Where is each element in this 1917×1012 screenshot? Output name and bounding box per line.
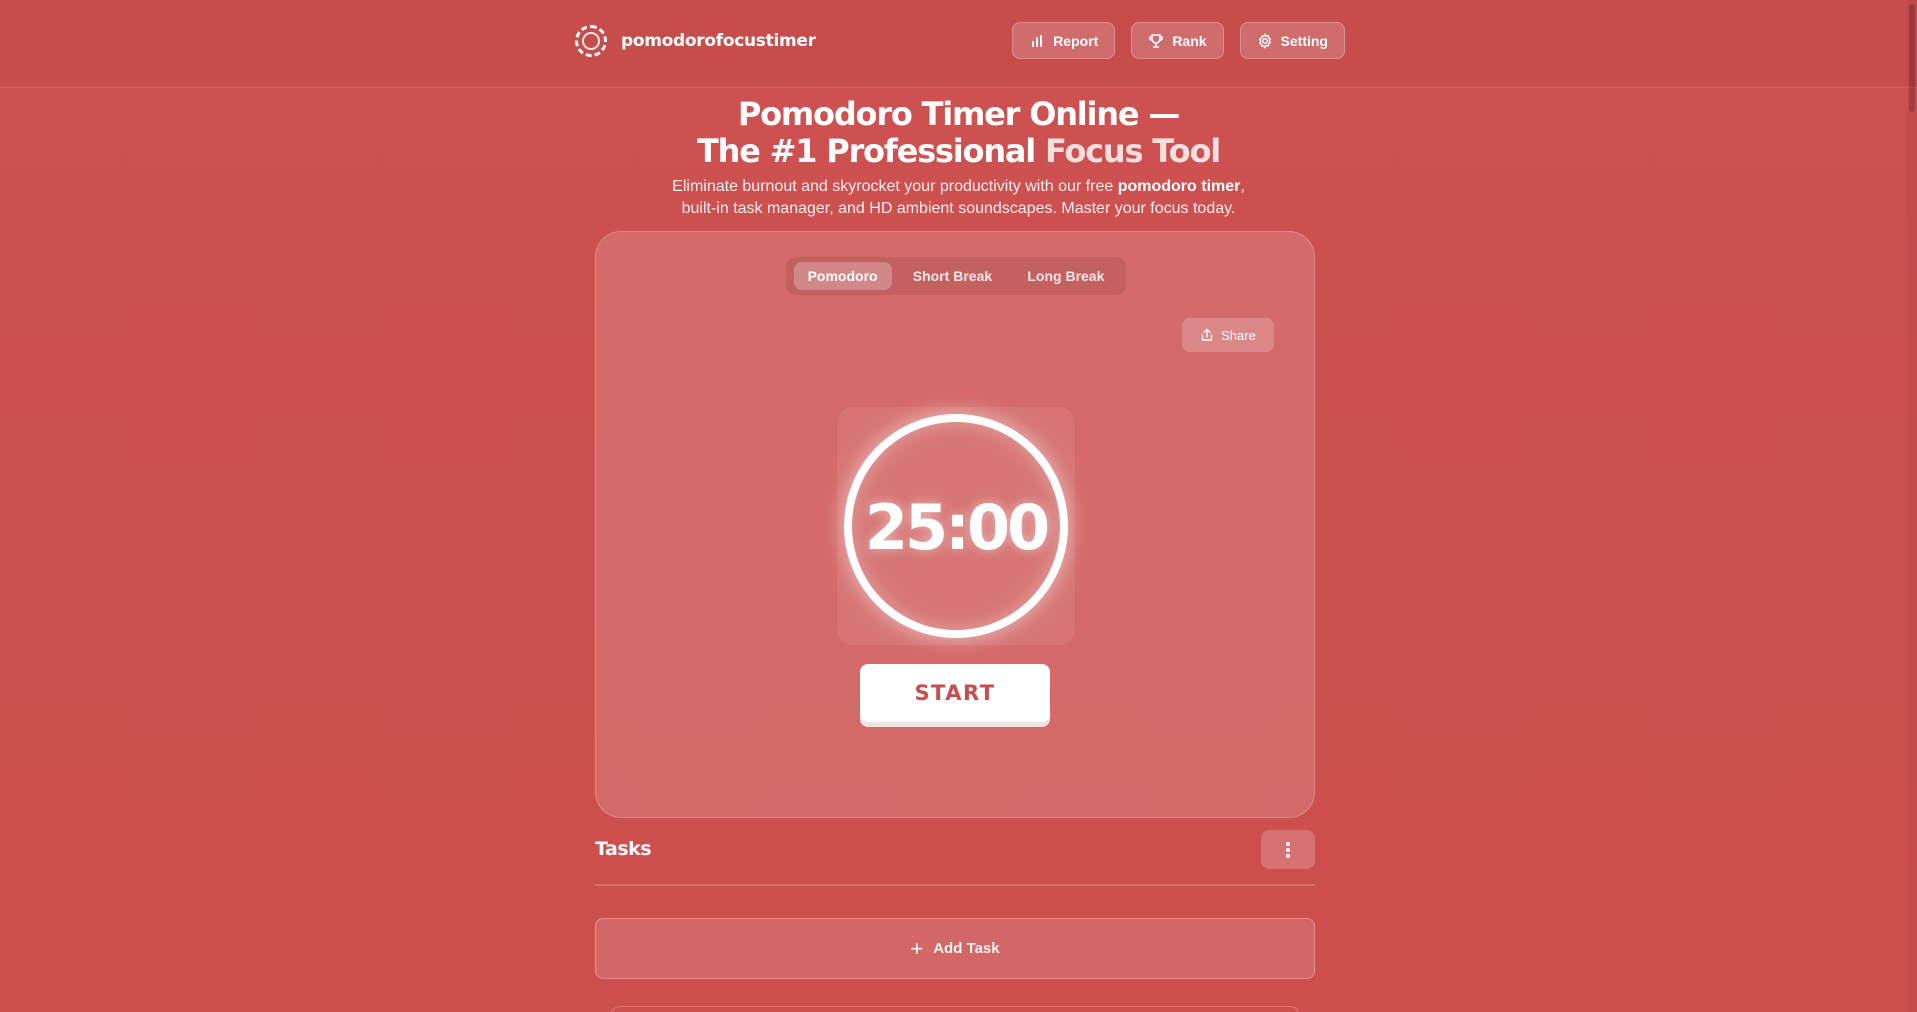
subtitle-comma: , (1240, 178, 1245, 195)
brand[interactable]: pomodorofocustimer (575, 24, 816, 58)
tasks-menu-button[interactable] (1261, 830, 1315, 869)
timer-card: Pomodoro Short Break Long Break Share 25… (595, 231, 1315, 818)
title-line-1: Pomodoro Timer Online — (737, 95, 1180, 133)
next-section-card (610, 1006, 1300, 1012)
share-button[interactable]: Share (1182, 318, 1274, 352)
subtitle-line-2: built-in task manager, and HD ambient so… (681, 200, 1236, 217)
setting-button[interactable]: Setting (1239, 22, 1345, 59)
time-remaining: 25:00 (864, 490, 1050, 564)
top-header: pomodorofocustimer Report Rank Setting (0, 0, 1917, 88)
rank-label: Rank (1172, 32, 1207, 49)
more-vertical-icon (1286, 841, 1290, 858)
title-line-2: The #1 Professional (696, 132, 1046, 170)
tab-short-break[interactable]: Short Break (899, 262, 1006, 290)
title-accent: Focus Tool (1045, 132, 1221, 170)
trophy-icon (1149, 33, 1164, 48)
subtitle-text: Eliminate burnout and skyrocket your pro… (672, 178, 1118, 195)
share-label: Share (1221, 327, 1256, 343)
logo-icon (575, 25, 607, 57)
page-subtitle: Eliminate burnout and skyrocket your pro… (0, 176, 1917, 220)
plus-icon: + (910, 935, 924, 961)
report-button[interactable]: Report (1012, 22, 1116, 59)
timer-display: 25:00 (837, 407, 1075, 645)
bar-chart-icon (1032, 34, 1043, 47)
share-icon (1201, 328, 1213, 341)
page-title: Pomodoro Timer Online — The #1 Professio… (0, 96, 1917, 170)
add-task-label: Add Task (933, 940, 1000, 957)
tab-long-break[interactable]: Long Break (1013, 262, 1118, 290)
mode-tabs: Pomodoro Short Break Long Break (786, 257, 1126, 295)
start-button[interactable]: START (860, 664, 1050, 722)
setting-label: Setting (1280, 32, 1328, 49)
report-label: Report (1053, 32, 1099, 49)
header-nav: Report Rank Setting (1012, 22, 1345, 59)
tasks-heading: Tasks (595, 838, 652, 860)
rank-button[interactable]: Rank (1131, 22, 1224, 59)
tasks-divider (595, 884, 1315, 886)
add-task-button[interactable]: + Add Task (595, 918, 1315, 979)
tab-pomodoro[interactable]: Pomodoro (793, 262, 892, 290)
timer-ring: 25:00 (844, 414, 1068, 638)
brand-name: pomodorofocustimer (621, 31, 816, 51)
subtitle-bold: pomodoro timer (1117, 178, 1241, 195)
gear-icon (1258, 32, 1271, 49)
